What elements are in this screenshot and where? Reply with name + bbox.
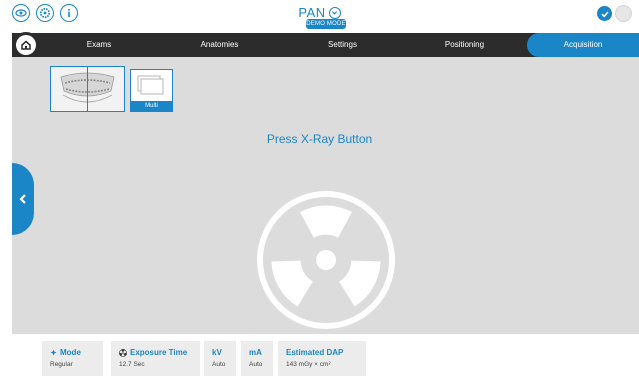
kv-param[interactable]: kV Auto [204,341,236,376]
multi-view-thumbnail[interactable]: Multi [130,69,173,112]
kv-value: Auto [212,361,226,368]
chevron-down-icon [328,6,341,19]
mode-param[interactable]: Mode Regular [42,341,103,376]
check-icon[interactable] [597,6,612,21]
demo-mode-badge: DEMO MODE [306,19,346,29]
tab-settings[interactable]: Settings [290,33,395,57]
mode-param-label-row: Mode [50,348,103,357]
radiation-icon [257,191,395,329]
nav-bar: Exams Anatomies Settings Positioning Acq… [12,33,639,57]
exposure-time-param[interactable]: Exposure Time 12.7 Sec [111,341,200,376]
press-xray-prompt: Press X-Ray Button [266,132,373,146]
tab-acquisition[interactable]: Acquisition [527,33,639,57]
exposure-param-label-row: Exposure Time [119,348,200,357]
layers-icon [137,75,164,95]
exposure-time-label: Exposure Time [130,348,188,357]
dental-xray-image [51,67,124,111]
home-icon [21,40,31,50]
estimated-dap-value: 143 mGy × cm² [286,361,331,368]
home-button[interactable] [12,32,40,58]
ma-label: mA [249,348,262,357]
multi-label: Multi [131,101,172,111]
exam-title-text: PAN [298,5,326,20]
status-icon[interactable] [615,5,632,22]
panoramic-thumbnail[interactable] [50,66,125,112]
kv-label: kV [212,348,222,357]
exam-title[interactable]: PAN [298,5,341,20]
radiation-small-icon [119,348,127,357]
ma-value: Auto [249,361,263,368]
tab-exams[interactable]: Exams [50,33,148,57]
estimated-dap-param[interactable]: Estimated DAP 143 mGy × cm² [278,341,366,376]
chevron-left-icon [19,194,26,204]
mode-value: Regular [50,361,73,368]
side-panel-toggle[interactable] [12,163,34,235]
ma-param[interactable]: mA Auto [241,341,273,376]
estimated-dap-label: Estimated DAP [286,348,344,357]
tab-anatomies[interactable]: Anatomies [167,33,272,57]
exposure-time-value: 12.7 Sec [119,361,145,368]
tab-positioning[interactable]: Positioning [412,33,517,57]
mode-label: Mode [60,348,81,357]
mode-icon [50,349,57,356]
